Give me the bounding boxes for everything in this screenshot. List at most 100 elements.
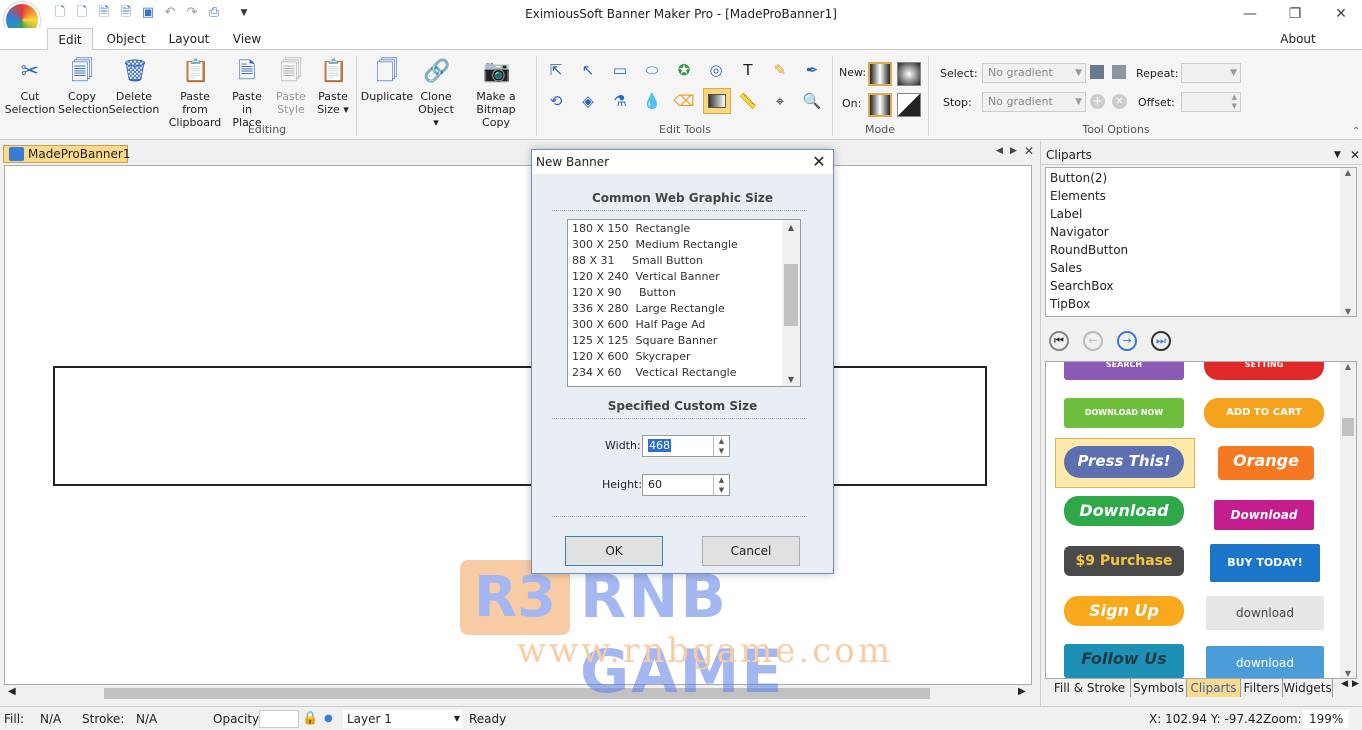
list-item[interactable]: Navigator [1050,223,1109,241]
tab-fill-stroke[interactable]: Fill & Stroke [1049,679,1131,697]
first-page-icon[interactable]: ⏮ [1049,331,1069,351]
clipart-category-list[interactable]: Button(2) Elements Label Navigator Round… [1045,167,1357,317]
clone-object-button[interactable]: 🔗 Clone Object ▾ [414,58,458,129]
delete-selection-button[interactable]: 🗑 Delete Selection [108,58,160,116]
common-size-list[interactable]: 180 X 150 Rectangle 300 X 250 Medium Rec… [567,219,801,387]
width-down-icon[interactable]: ▼ [713,446,729,456]
list-item[interactable]: SearchBox [1050,277,1114,295]
height-up-icon[interactable]: ▲ [713,475,729,485]
pencil-tool-icon[interactable]: ✎ [769,59,791,81]
ok-button[interactable]: OK [565,536,663,566]
clipart-purchase[interactable]: $9 Purchase [1064,546,1184,576]
list-item[interactable]: 120 X 90 Button [572,285,676,301]
tab-widgets[interactable]: Widgets [1283,679,1333,697]
tabs-right-icon[interactable]: ▶ [1352,679,1359,689]
height-input[interactable]: 60 ▲ ▼ [642,474,730,496]
clipart-search[interactable]: SEARCH [1064,362,1184,380]
list-item[interactable]: 120 X 240 Vertical Banner [572,269,720,285]
collapse-ribbon-icon[interactable]: ⌃ [1352,126,1360,137]
scroll-tabs-right-icon[interactable]: ▶ [1010,146,1017,156]
layer-icon[interactable]: ● [324,707,333,730]
size-list-scrollbar[interactable]: ▲ ▼ [782,220,800,386]
duplicate-button[interactable]: 🗍 Duplicate [360,58,414,103]
tab-filters[interactable]: Filters [1241,679,1283,697]
list-item[interactable]: 120 X 600 Skycraper [572,349,691,365]
clipart-add-to-cart[interactable]: ADD TO CART [1204,398,1324,428]
list-item[interactable]: 180 X 150 Rectangle [572,221,690,237]
copy-selection-button[interactable]: 🗐 Copy Selection [58,58,109,116]
width-input[interactable]: 468 ▲ ▼ [642,435,730,457]
paint-bucket-tool-icon[interactable]: ⌫ [673,90,695,112]
spiral-tool-icon[interactable]: ◎ [705,59,727,81]
close-document-icon[interactable]: ✕ [1024,144,1034,158]
banner-artboard[interactable] [53,366,987,486]
make-bitmap-copy-button[interactable]: 📷 Make a Bitmap Copy [462,58,530,129]
node-tool-icon[interactable]: ↖ [577,59,599,81]
close-window-button[interactable]: ✕ [1327,4,1355,24]
list-item[interactable]: 336 X 280 Large Rectangle [572,301,725,317]
gradient-preview-icon[interactable] [1112,65,1126,79]
list-item[interactable]: 300 X 600 Half Page Ad [572,317,705,333]
list-item[interactable]: Elements [1050,187,1106,205]
mode-new-radial-icon[interactable] [897,62,921,86]
clipart-download-now[interactable]: DOWNLOAD NOW [1064,398,1184,428]
tab-edit[interactable]: Edit [47,28,93,51]
tab-cliparts[interactable]: Cliparts [1187,679,1241,697]
paste-style-button[interactable]: 🗐 Paste Style [272,58,310,116]
document-tab[interactable]: MadeProBanner1 [3,145,131,163]
clipart-buy-today[interactable]: BUY TODAY! [1210,544,1320,582]
list-item[interactable]: 88 X 31 Small Button [572,253,703,269]
select-tool-icon[interactable]: ⇱ [545,59,567,81]
paste-in-place-button[interactable]: 🗎 Paste in Place [226,58,268,129]
paste-from-clipboard-button[interactable]: 📋 Paste from Clipboard [166,58,224,129]
panel-menu-icon[interactable]: ▼ [1334,145,1341,165]
mode-on-fill-icon[interactable] [868,93,892,117]
list-item[interactable]: RoundButton [1050,241,1128,259]
spray-tool-icon[interactable]: ⚗ [609,90,631,112]
lock-icon[interactable]: 🔒 [302,707,318,730]
scroll-left-icon[interactable]: ◀ [8,686,16,697]
restore-button[interactable]: ❐ [1281,4,1309,24]
clipart-gallery[interactable]: SEARCH SETTING DOWNLOAD NOW ADD TO CART … [1045,361,1357,679]
height-down-icon[interactable]: ▼ [713,485,729,495]
zoom-tool-icon[interactable]: 🔍 [801,90,823,112]
mode-on-stroke-icon[interactable] [897,93,921,117]
dropper-tool-icon[interactable]: 💧 [641,90,663,112]
close-panel-icon[interactable]: ✕ [1350,145,1360,165]
scroll-right-icon[interactable]: ▶ [1018,686,1026,697]
gradient-tool-icon[interactable] [703,88,731,114]
clipart-download-blue[interactable]: download [1206,646,1324,678]
tab-layout[interactable]: Layout [160,28,218,50]
star-tool-icon[interactable]: ✪ [673,59,695,81]
scroll-tabs-left-icon[interactable]: ◀ [996,146,1003,156]
clipart-download-magenta[interactable]: Download [1214,500,1314,530]
repeat-combo[interactable]: ▼ [1181,63,1241,83]
width-up-icon[interactable]: ▲ [713,436,729,446]
layer-select[interactable]: Layer 1 ▼ [343,710,463,728]
minimize-button[interactable]: — [1236,4,1264,24]
last-page-icon[interactable]: ⏭ [1151,331,1171,351]
add-stop-icon[interactable]: + [1090,94,1105,109]
list-item[interactable]: 234 X 60 Vectical Rectangle [572,365,737,381]
gallery-scrollbar[interactable]: ▲ ▼ [1340,362,1356,678]
measure-tool-icon[interactable]: 📏 [737,90,759,112]
list-item[interactable]: 125 X 125 Square Banner [572,333,717,349]
edit-gradient-icon[interactable] [1090,65,1104,79]
clipart-download-grey[interactable]: download [1206,596,1324,630]
zoom-input[interactable]: 199% [1303,710,1349,728]
cut-selection-button[interactable]: ✂ Cut Selection [4,58,56,116]
stop-gradient-combo[interactable]: No gradient ▼ [982,92,1086,112]
clipart-orange[interactable]: Orange [1218,446,1314,480]
clipart-follow-us[interactable]: Follow Us [1064,644,1184,678]
tab-view[interactable]: View [226,28,268,50]
connector-tool-icon[interactable]: ⌖ [769,90,791,112]
clipart-setting[interactable]: SETTING [1204,362,1324,380]
paste-size-button[interactable]: 📋 Paste Size ▾ [314,58,352,116]
list-item[interactable]: 300 X 250 Medium Rectangle [572,237,738,253]
list-item[interactable]: Button(2) [1050,169,1107,187]
dialog-close-button[interactable]: ✕ [806,150,832,174]
rectangle-tool-icon[interactable]: ▭ [609,59,631,81]
eraser-tool-icon[interactable]: ◈ [577,90,599,112]
list-item[interactable]: TipBox [1050,295,1090,313]
previous-page-icon[interactable]: ← [1083,331,1103,351]
